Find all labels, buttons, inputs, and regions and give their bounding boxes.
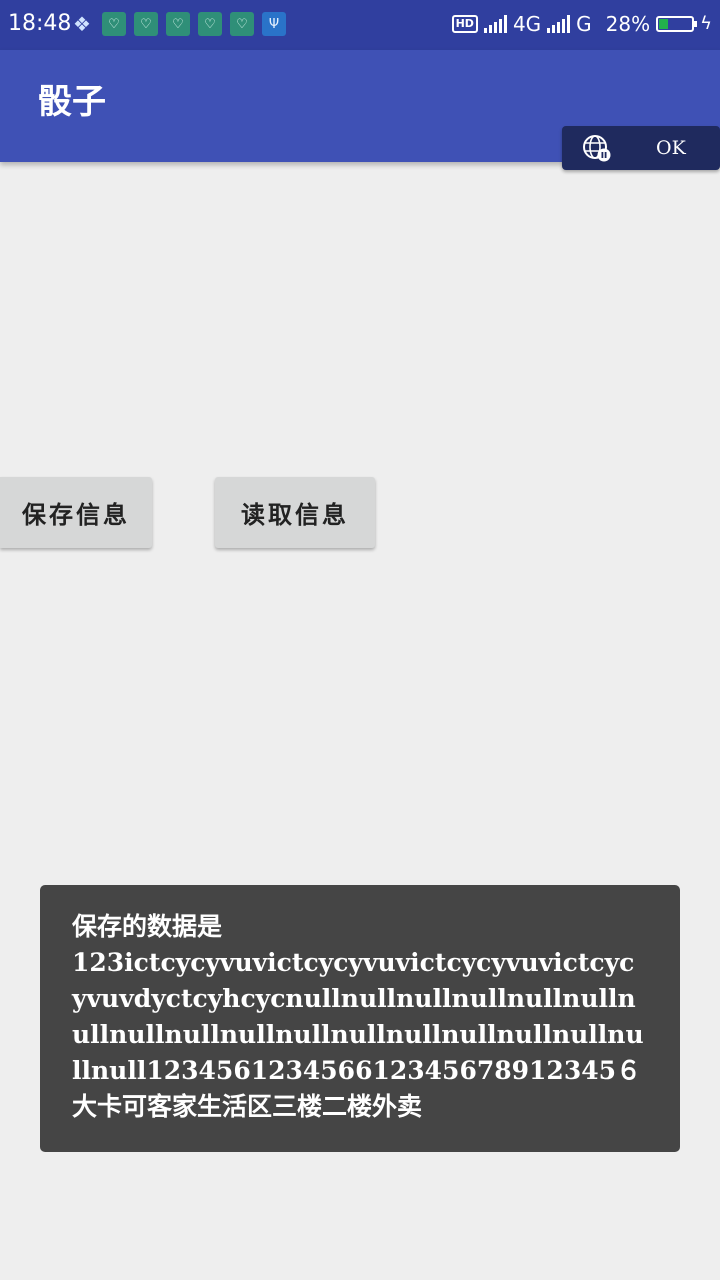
- toast-text: 保存的数据是 123ictcycyvuvictcycyvuvictcycyvuv…: [72, 912, 644, 1121]
- save-info-button[interactable]: 保存信息: [0, 477, 152, 548]
- signal-strength-icon-secondary: [547, 15, 571, 33]
- toast-message: 保存的数据是 123ictcycyvuvictcycyvuvictcycyvuv…: [40, 885, 680, 1152]
- status-time: 18:48: [8, 11, 72, 36]
- charging-bolt-icon: ϟ: [700, 13, 712, 34]
- heart-app-icon: ♡: [198, 12, 222, 36]
- status-indicators: HD 4G G 28% ϟ: [451, 11, 712, 37]
- status-bar: 18:48 ❖ ♡ ♡ ♡ ♡ ♡ Ψ HD 4G G 28% ϟ: [0, 0, 720, 50]
- heart-app-icon: ♡: [166, 12, 190, 36]
- heart-app-icon: ♡: [134, 12, 158, 36]
- usb-icon: Ψ: [262, 12, 286, 36]
- vpn-status-label: OK: [656, 137, 686, 159]
- network-type-secondary: G: [576, 12, 592, 36]
- battery-icon: [656, 16, 698, 32]
- hd-badge: HD: [451, 15, 478, 33]
- page-title: 骰子: [38, 82, 106, 122]
- notification-icons: ❖ ♡ ♡ ♡ ♡ ♡ Ψ: [70, 12, 286, 36]
- battery-percent: 28%: [605, 12, 651, 36]
- cube-app-icon: ❖: [73, 12, 91, 36]
- heart-app-icon: ♡: [230, 12, 254, 36]
- network-type-primary: 4G: [512, 12, 542, 36]
- vpn-status-chip[interactable]: OK: [562, 126, 720, 170]
- globe-pause-icon: [583, 135, 611, 162]
- read-info-button[interactable]: 读取信息: [215, 477, 375, 548]
- signal-strength-icon: [483, 15, 507, 33]
- heart-app-icon: ♡: [102, 12, 126, 36]
- battery-level-fill: [659, 19, 669, 29]
